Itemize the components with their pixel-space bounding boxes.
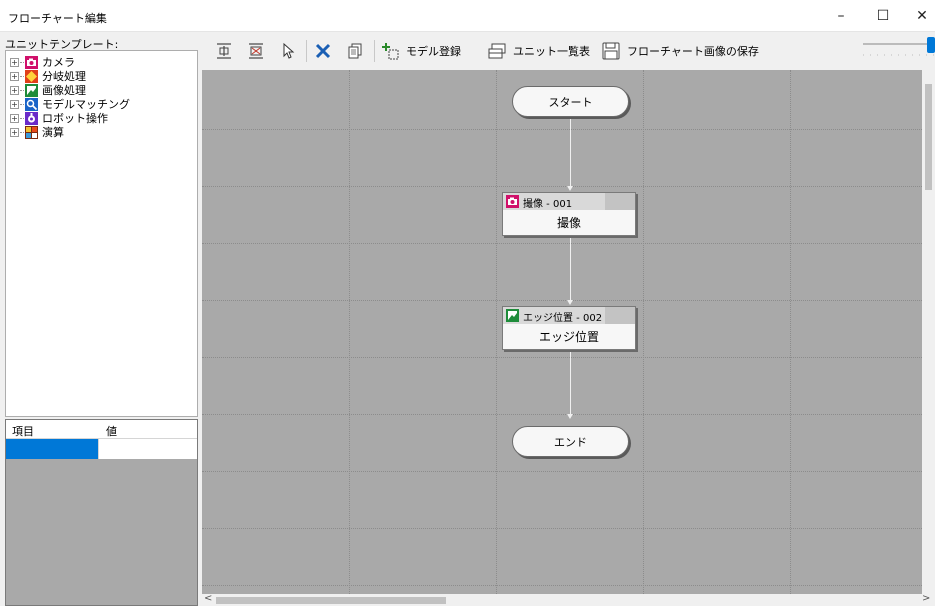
calculation-icon	[25, 125, 38, 139]
flowchart-canvas[interactable]: スタート 撮像 - 001 撮像 エッジ位置 - 002 エッジ位置 エンド	[202, 70, 922, 594]
tree-item-branch[interactable]: + 分岐処理	[10, 69, 86, 83]
delete-icon	[315, 43, 331, 59]
close-gap-icon	[249, 43, 263, 59]
image-process-icon	[25, 83, 38, 97]
tree-item-model-matching[interactable]: + モデルマッチング	[10, 97, 130, 111]
tree-item-image-process[interactable]: + 画像処理	[10, 83, 86, 97]
close-button[interactable]: ✕	[903, 0, 935, 32]
scroll-left-icon[interactable]: <	[204, 593, 212, 604]
connector-arrow	[567, 300, 573, 305]
connector	[570, 117, 571, 188]
expand-icon[interactable]: +	[10, 99, 19, 109]
property-row[interactable]	[6, 439, 197, 459]
vertical-scrollbar-thumb[interactable]	[925, 84, 932, 190]
unit-list-button[interactable]: ユニット一覧表	[487, 38, 590, 64]
start-node-label: スタート	[548, 95, 593, 109]
branch-icon	[25, 69, 38, 83]
scroll-right-icon[interactable]: >	[922, 593, 930, 604]
flow-node-capture[interactable]: 撮像 - 001 撮像	[502, 192, 636, 236]
property-grid[interactable]: 項目 値	[5, 419, 198, 606]
align-vertical-button[interactable]	[212, 38, 236, 64]
horizontal-scrollbar[interactable]: < >	[202, 593, 935, 606]
camera-icon	[25, 55, 38, 69]
pointer-icon	[283, 42, 295, 59]
end-node[interactable]: エンド	[512, 426, 629, 457]
window-title: フローチャート編集	[8, 12, 107, 25]
property-item-cell-selected[interactable]	[6, 439, 98, 459]
camera-icon	[506, 195, 519, 208]
flow-node-edge-position[interactable]: エッジ位置 - 002 エッジ位置	[502, 306, 636, 350]
zoom-slider-thumb	[927, 37, 935, 53]
tree-item-robot[interactable]: + ロボット操作	[10, 111, 108, 125]
expand-icon[interactable]: +	[10, 113, 19, 123]
unit-list-label: ユニット一覧表	[513, 45, 590, 58]
model-register-button[interactable]: モデル登録	[380, 38, 461, 64]
connector-arrow	[567, 414, 573, 419]
expand-icon[interactable]: +	[10, 85, 19, 95]
node-name-label: エッジ位置	[538, 330, 599, 344]
connector	[570, 238, 571, 301]
close-gap-button[interactable]	[244, 38, 268, 64]
vertical-scrollbar[interactable]	[922, 70, 935, 594]
tree-item-calculation[interactable]: + 演算	[10, 125, 64, 139]
minimize-button[interactable]: –	[822, 0, 860, 32]
unit-list-icon	[488, 43, 506, 59]
column-header-value[interactable]: 値	[106, 423, 117, 439]
save-icon	[602, 42, 620, 60]
expand-icon[interactable]: +	[10, 57, 19, 67]
expand-icon[interactable]: +	[10, 71, 19, 81]
node-name-label: 撮像	[556, 216, 581, 230]
column-header-item[interactable]: 項目	[12, 423, 34, 439]
model-register-label: モデル登録	[406, 45, 461, 58]
title-bar: フローチャート編集 – ☐ ✕	[0, 0, 935, 32]
node-id-label: 撮像 - 001	[523, 199, 573, 210]
model-register-icon	[382, 43, 399, 60]
unit-template-tree[interactable]: + カメラ + 分岐処理 + 画像処理 + モデルマッチング + ロボット操作 …	[5, 50, 198, 417]
pointer-button[interactable]	[276, 38, 300, 64]
connector	[570, 352, 571, 415]
align-vertical-icon	[217, 43, 231, 59]
tree-item-camera[interactable]: + カメラ	[10, 55, 75, 69]
zoom-slider[interactable]	[863, 32, 935, 70]
start-node[interactable]: スタート	[512, 86, 629, 117]
delete-button[interactable]	[311, 38, 335, 64]
save-image-label: フローチャート画像の保存	[627, 45, 759, 58]
copy-icon	[348, 43, 362, 59]
copy-button[interactable]	[343, 38, 367, 64]
horizontal-scrollbar-thumb[interactable]	[216, 597, 446, 604]
toolbar: モデル登録 ユニット一覧表 フローチャート画像の保存	[200, 32, 935, 70]
image-process-icon	[506, 309, 519, 322]
end-node-label: エンド	[554, 435, 587, 449]
connector-arrow	[567, 186, 573, 191]
tree-item-label: 演算	[42, 126, 64, 139]
maximize-button[interactable]: ☐	[864, 0, 902, 32]
model-matching-icon	[25, 97, 38, 111]
save-image-button[interactable]: フローチャート画像の保存	[601, 38, 759, 64]
property-grid-header: 項目 値	[6, 420, 197, 439]
node-id-label: エッジ位置 - 002	[523, 313, 603, 324]
robot-icon	[25, 111, 38, 125]
expand-icon[interactable]: +	[10, 127, 19, 137]
